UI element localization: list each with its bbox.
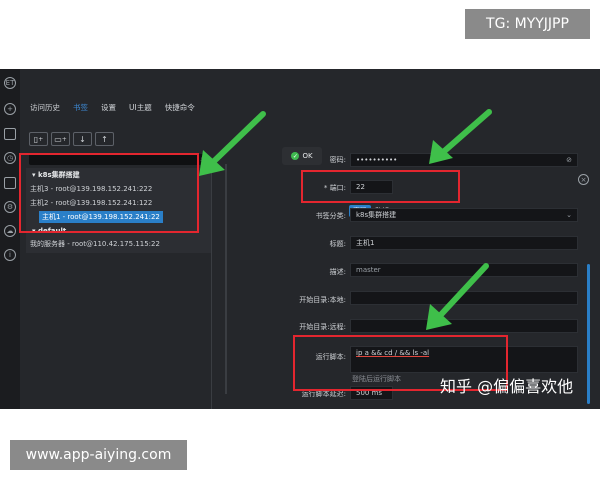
bookmark-toolbar: ▯ + ▭ + ↓ ↑	[29, 132, 114, 146]
download-icon: ↓	[79, 134, 86, 144]
zhihu-watermark: 知乎 @偏偏喜欢他	[440, 377, 574, 396]
gear-icon[interactable]: ⚙	[4, 201, 16, 213]
export-button[interactable]: ↑	[95, 132, 114, 146]
tab-history[interactable]: 访问历史	[30, 102, 60, 113]
info-icon[interactable]: i	[4, 249, 16, 261]
annotation-arrow-tree	[199, 111, 266, 176]
app-logo-icon: ET	[4, 77, 16, 89]
import-button[interactable]: ↓	[73, 132, 92, 146]
local-dir-label: 开始目录:本地:	[299, 296, 346, 304]
annotation-arrow-port	[429, 109, 492, 164]
folder-icon: ▭	[54, 134, 62, 144]
category-select[interactable]: k8s集群搭建 ⌄	[350, 208, 578, 222]
add-icon[interactable]: +	[4, 103, 16, 115]
description-label: 描述:	[329, 268, 346, 276]
list-scrollbar[interactable]	[225, 164, 227, 394]
sidebar-tabs: 访问历史 书签 设置 UI主题 快捷命令	[30, 102, 208, 113]
category-label: 书签分类:	[315, 212, 346, 220]
close-icon[interactable]: ×	[578, 174, 589, 185]
history-icon[interactable]: ◷	[4, 152, 16, 164]
tree-host-server[interactable]: 我的服务器 - root@110.42.175.115:22	[30, 238, 160, 250]
image-icon[interactable]	[4, 177, 16, 189]
tg-badge: TG: MYYJJPP	[465, 9, 590, 39]
form-scrollbar[interactable]	[587, 264, 590, 404]
annotation-box-tree	[19, 153, 199, 233]
remote-dir-label: 开始目录:远程:	[299, 323, 346, 331]
upload-icon: ↑	[101, 134, 108, 144]
tab-settings[interactable]: 设置	[101, 102, 116, 113]
url-badge: www.app-aiying.com	[10, 440, 187, 470]
title-field[interactable]: 主机1	[350, 236, 578, 250]
tab-ui-theme[interactable]: UI主题	[129, 102, 152, 113]
tab-quick-commands[interactable]: 快捷命令	[165, 102, 195, 113]
tab-bookmarks[interactable]: 书签	[73, 102, 88, 113]
eye-off-icon[interactable]: ⊘	[566, 154, 572, 166]
annotation-arrow-script	[426, 263, 489, 330]
chevron-down-icon: ⌄	[566, 211, 572, 219]
panel-divider	[211, 169, 212, 409]
cloud-icon[interactable]: ☁	[4, 225, 16, 237]
icon-rail: ET + ◷ ⚙ ☁ i	[0, 69, 20, 409]
new-bookmark-button[interactable]: ▯ +	[29, 132, 48, 146]
title-label: 标题:	[329, 240, 346, 248]
annotation-box-port	[301, 170, 460, 203]
new-folder-button[interactable]: ▭ +	[51, 132, 70, 146]
file-icon[interactable]	[4, 128, 16, 140]
